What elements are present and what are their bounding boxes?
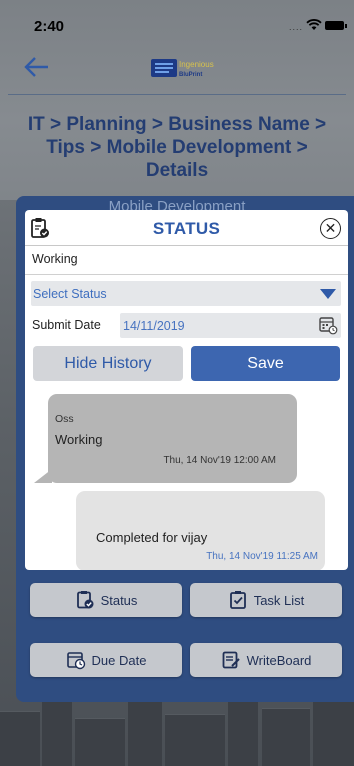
message-time: Thu, 14 Nov'19 11:25 AM [206,551,318,562]
app-logo: Ingenious BluPrint [151,59,214,78]
submit-date-value: 14/11/2019 [123,319,185,333]
message-text: Completed for vijay [96,530,208,545]
message-author: Oss [55,413,74,425]
status-select[interactable]: Select Status [31,281,341,306]
calendar-clock-icon [66,652,85,670]
back-arrow-icon[interactable] [22,52,52,82]
wifi-icon [306,19,322,30]
save-button[interactable]: Save [191,346,340,381]
hide-history-button[interactable]: Hide History [33,346,183,381]
task-list-button-label: Task List [253,592,305,608]
message-time: Thu, 14 Nov'19 12:00 AM [163,455,276,466]
logo-text-bottom: BluPrint [179,72,202,78]
status-button[interactable]: Status [30,583,182,617]
clipboard-check-icon [76,591,94,609]
dialog-header: STATUS ✕ [25,210,348,246]
header-divider [8,94,346,95]
breadcrumb: IT > Planning > Business Name > Tips > M… [27,114,327,181]
chevron-down-icon [320,289,336,299]
signal-icon: .... [289,22,304,32]
writeboard-icon [222,651,240,669]
status-dialog: STATUS ✕ Working Select Status Submit Da… [25,210,348,570]
status-button-label: Status [100,592,138,608]
due-date-button-label: Due Date [91,652,147,668]
status-select-label: Select Status [33,287,107,301]
task-list-icon [229,591,246,609]
clock: 2:40 [34,18,65,35]
due-date-button[interactable]: Due Date [30,643,182,677]
history-message: Completed for vijay Thu, 14 Nov'19 11:25… [76,491,325,570]
writeboard-button-label: WriteBoard [246,652,312,668]
status-bar: 2:40 .... [0,0,354,44]
submit-date-field[interactable]: 14/11/2019 [120,313,341,338]
task-list-button[interactable]: Task List [190,583,342,617]
divider [25,274,348,275]
dialog-title: STATUS [152,219,221,238]
current-status: Working [32,252,78,266]
submit-date-label: Submit Date [32,318,101,332]
message-text: Working [55,432,103,447]
close-icon[interactable]: ✕ [320,218,341,239]
calendar-icon[interactable] [318,315,338,335]
writeboard-button[interactable]: WriteBoard [190,643,342,677]
battery-icon [325,21,347,30]
logo-text-top: Ingenious [179,60,214,69]
history-message: Oss Working Thu, 14 Nov'19 12:00 AM [34,394,297,483]
